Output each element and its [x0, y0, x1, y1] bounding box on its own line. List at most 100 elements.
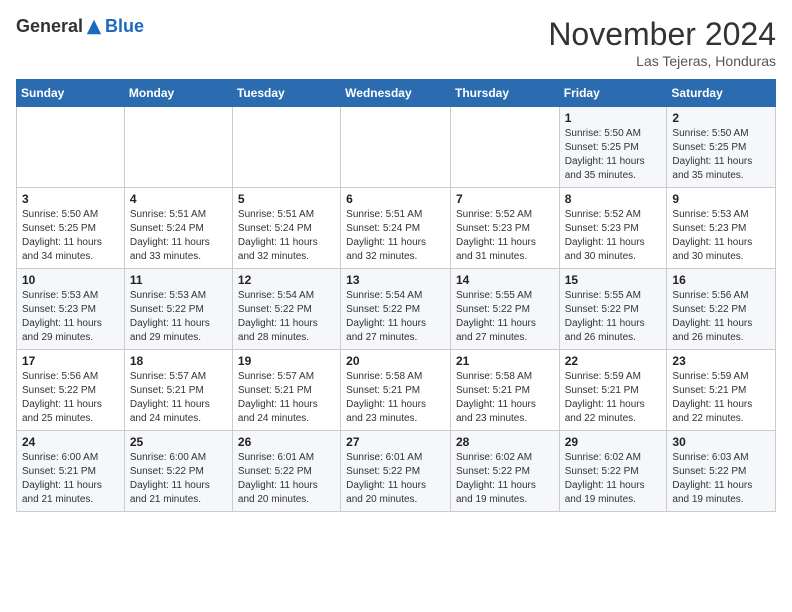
- calendar-cell: 11 Sunrise: 5:53 AM Sunset: 5:22 PM Dayli…: [124, 269, 232, 350]
- weekday-header-monday: Monday: [124, 80, 232, 107]
- day-number: 1: [565, 111, 662, 125]
- day-info: Sunrise: 5:57 AM Sunset: 5:21 PM Dayligh…: [238, 370, 335, 426]
- day-info: Sunrise: 6:02 AM Sunset: 5:22 PM Dayligh…: [456, 451, 554, 507]
- calendar-cell: 19 Sunrise: 5:57 AM Sunset: 5:21 PM Dayli…: [232, 350, 340, 431]
- calendar-cell: 4Sunrise: 5:51 AM Sunset: 5:24 PM Daylig…: [124, 188, 232, 269]
- calendar-cell: 21Sunrise: 5:58 AM Sunset: 5:21 PM Dayli…: [450, 350, 559, 431]
- calendar-cell: [232, 107, 340, 188]
- weekday-header-friday: Friday: [559, 80, 667, 107]
- location-subtitle: Las Tejeras, Honduras: [548, 53, 776, 69]
- day-info: Sunrise: 5:53 AM Sunset: 5:23 PM Dayligh…: [22, 289, 119, 345]
- day-number: 12: [238, 273, 335, 287]
- day-number: 23: [672, 354, 770, 368]
- day-number: 26: [238, 435, 335, 449]
- logo-general-text: General: [16, 16, 83, 37]
- day-info: Sunrise: 5:55 AM Sunset: 5:22 PM Dayligh…: [565, 289, 662, 345]
- day-number: 28: [456, 435, 554, 449]
- calendar-cell: 27Sunrise: 6:01 AM Sunset: 5:22 PM Dayli…: [341, 431, 451, 512]
- day-number: 16: [672, 273, 770, 287]
- day-number: 6: [346, 192, 445, 206]
- calendar-cell: [124, 107, 232, 188]
- week-row-3: 10 Sunrise: 5:53 AM Sunset: 5:23 PM Dayli…: [17, 269, 776, 350]
- day-number: 10: [22, 273, 119, 287]
- day-info: Sunrise: 6:02 AM Sunset: 5:22 PM Dayligh…: [565, 451, 662, 507]
- calendar-cell: 29 Sunrise: 6:02 AM Sunset: 5:22 PM Dayli…: [559, 431, 667, 512]
- day-info: Sunrise: 5:50 AM Sunset: 5:25 PM Dayligh…: [565, 127, 662, 183]
- day-number: 25: [130, 435, 227, 449]
- week-row-5: 24 Sunrise: 6:00 AM Sunset: 5:21 PM Dayli…: [17, 431, 776, 512]
- calendar-cell: [341, 107, 451, 188]
- day-info: Sunrise: 5:51 AM Sunset: 5:24 PM Dayligh…: [130, 208, 227, 264]
- week-row-2: 3 Sunrise: 5:50 AM Sunset: 5:25 PM Daylig…: [17, 188, 776, 269]
- calendar-cell: 25 Sunrise: 6:00 AM Sunset: 5:22 PM Dayli…: [124, 431, 232, 512]
- calendar-cell: 14 Sunrise: 5:55 AM Sunset: 5:22 PM Dayli…: [450, 269, 559, 350]
- day-info: Sunrise: 5:51 AM Sunset: 5:24 PM Dayligh…: [238, 208, 335, 264]
- day-info: Sunrise: 5:58 AM Sunset: 5:21 PM Dayligh…: [346, 370, 445, 426]
- calendar-cell: 6 Sunrise: 5:51 AM Sunset: 5:24 PM Daylig…: [341, 188, 451, 269]
- day-info: Sunrise: 5:57 AM Sunset: 5:21 PM Dayligh…: [130, 370, 227, 426]
- day-info: Sunrise: 6:03 AM Sunset: 5:22 PM Dayligh…: [672, 451, 770, 507]
- day-info: Sunrise: 5:58 AM Sunset: 5:21 PM Dayligh…: [456, 370, 554, 426]
- logo: General Blue: [16, 16, 144, 37]
- calendar-cell: 30 Sunrise: 6:03 AM Sunset: 5:22 PM Dayli…: [667, 431, 776, 512]
- weekday-header-thursday: Thursday: [450, 80, 559, 107]
- day-number: 5: [238, 192, 335, 206]
- day-info: Sunrise: 5:56 AM Sunset: 5:22 PM Dayligh…: [22, 370, 119, 426]
- logo-blue-text: Blue: [105, 16, 144, 37]
- calendar-cell: 10 Sunrise: 5:53 AM Sunset: 5:23 PM Dayli…: [17, 269, 125, 350]
- day-info: Sunrise: 5:54 AM Sunset: 5:22 PM Dayligh…: [346, 289, 445, 345]
- day-number: 27: [346, 435, 445, 449]
- day-number: 2: [672, 111, 770, 125]
- calendar-cell: 26 Sunrise: 6:01 AM Sunset: 5:22 PM Dayli…: [232, 431, 340, 512]
- day-number: 14: [456, 273, 554, 287]
- calendar-cell: 18 Sunrise: 5:57 AM Sunset: 5:21 PM Dayli…: [124, 350, 232, 431]
- day-number: 29: [565, 435, 662, 449]
- day-number: 24: [22, 435, 119, 449]
- day-info: Sunrise: 5:50 AM Sunset: 5:25 PM Dayligh…: [672, 127, 770, 183]
- day-info: Sunrise: 5:52 AM Sunset: 5:23 PM Dayligh…: [456, 208, 554, 264]
- calendar-cell: 12Sunrise: 5:54 AM Sunset: 5:22 PM Dayli…: [232, 269, 340, 350]
- calendar-cell: 22Sunrise: 5:59 AM Sunset: 5:21 PM Dayli…: [559, 350, 667, 431]
- calendar-cell: 17 Sunrise: 5:56 AM Sunset: 5:22 PM Dayli…: [17, 350, 125, 431]
- calendar-cell: 7 Sunrise: 5:52 AM Sunset: 5:23 PM Daylig…: [450, 188, 559, 269]
- calendar-cell: 13 Sunrise: 5:54 AM Sunset: 5:22 PM Dayli…: [341, 269, 451, 350]
- calendar-cell: 20 Sunrise: 5:58 AM Sunset: 5:21 PM Dayli…: [341, 350, 451, 431]
- calendar-cell: 24 Sunrise: 6:00 AM Sunset: 5:21 PM Dayli…: [17, 431, 125, 512]
- month-title: November 2024: [548, 16, 776, 53]
- day-info: Sunrise: 5:52 AM Sunset: 5:23 PM Dayligh…: [565, 208, 662, 264]
- week-row-1: 1 Sunrise: 5:50 AM Sunset: 5:25 PM Daylig…: [17, 107, 776, 188]
- weekday-header-saturday: Saturday: [667, 80, 776, 107]
- day-number: 8: [565, 192, 662, 206]
- day-number: 18: [130, 354, 227, 368]
- day-info: Sunrise: 5:50 AM Sunset: 5:25 PM Dayligh…: [22, 208, 119, 264]
- calendar-table: SundayMondayTuesdayWednesdayThursdayFrid…: [16, 79, 776, 512]
- day-info: Sunrise: 5:53 AM Sunset: 5:22 PM Dayligh…: [130, 289, 227, 345]
- logo-icon: [85, 18, 103, 36]
- day-info: Sunrise: 5:53 AM Sunset: 5:23 PM Dayligh…: [672, 208, 770, 264]
- calendar-cell: 5 Sunrise: 5:51 AM Sunset: 5:24 PM Daylig…: [232, 188, 340, 269]
- day-info: Sunrise: 5:51 AM Sunset: 5:24 PM Dayligh…: [346, 208, 445, 264]
- calendar-cell: 3 Sunrise: 5:50 AM Sunset: 5:25 PM Daylig…: [17, 188, 125, 269]
- day-number: 19: [238, 354, 335, 368]
- calendar-cell: 28 Sunrise: 6:02 AM Sunset: 5:22 PM Dayli…: [450, 431, 559, 512]
- title-block: November 2024 Las Tejeras, Honduras: [548, 16, 776, 69]
- day-info: Sunrise: 6:01 AM Sunset: 5:22 PM Dayligh…: [238, 451, 335, 507]
- day-info: Sunrise: 5:56 AM Sunset: 5:22 PM Dayligh…: [672, 289, 770, 345]
- day-number: 11: [130, 273, 227, 287]
- day-number: 30: [672, 435, 770, 449]
- calendar-cell: [17, 107, 125, 188]
- page-header: General Blue November 2024 Las Tejeras, …: [16, 16, 776, 69]
- day-info: Sunrise: 5:55 AM Sunset: 5:22 PM Dayligh…: [456, 289, 554, 345]
- day-number: 20: [346, 354, 445, 368]
- day-number: 13: [346, 273, 445, 287]
- day-number: 9: [672, 192, 770, 206]
- day-info: Sunrise: 6:00 AM Sunset: 5:22 PM Dayligh…: [130, 451, 227, 507]
- day-number: 17: [22, 354, 119, 368]
- day-number: 7: [456, 192, 554, 206]
- day-number: 3: [22, 192, 119, 206]
- day-info: Sunrise: 5:59 AM Sunset: 5:21 PM Dayligh…: [565, 370, 662, 426]
- day-info: Sunrise: 5:59 AM Sunset: 5:21 PM Dayligh…: [672, 370, 770, 426]
- calendar-cell: 23 Sunrise: 5:59 AM Sunset: 5:21 PM Dayli…: [667, 350, 776, 431]
- day-info: Sunrise: 6:00 AM Sunset: 5:21 PM Dayligh…: [22, 451, 119, 507]
- weekday-header-tuesday: Tuesday: [232, 80, 340, 107]
